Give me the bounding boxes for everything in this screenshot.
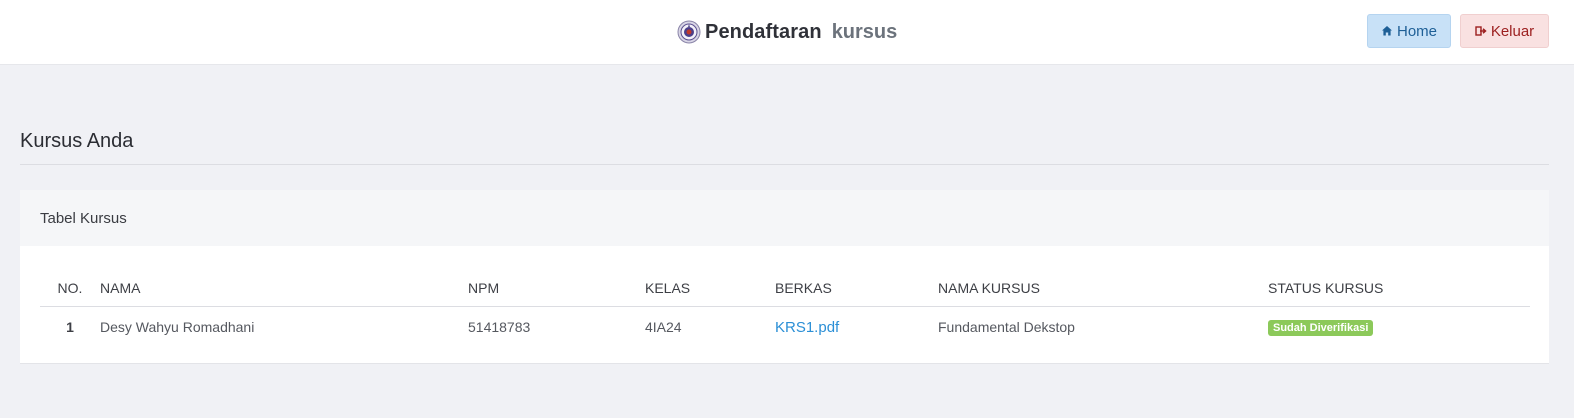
card-title: Tabel Kursus	[20, 190, 1549, 246]
home-button[interactable]: Home	[1367, 14, 1451, 48]
column-header-npm: NPM	[468, 270, 645, 307]
column-header-no: NO.	[40, 270, 100, 307]
brand-title: Pendaftaran	[705, 20, 822, 43]
table-row: 1 Desy Wahyu Romadhani 51418783 4IA24 KR…	[40, 306, 1530, 348]
home-button-label: Home	[1396, 22, 1437, 40]
brand[interactable]: Pendaftaran kursus	[677, 19, 897, 45]
cell-npm: 51418783	[468, 319, 531, 336]
course-table: NO. NAMA NPM KELAS BERKAS NAMA KURSUS ST…	[40, 270, 1530, 348]
university-seal-icon	[677, 20, 701, 44]
logout-button[interactable]: Keluar	[1460, 14, 1549, 48]
logout-button-label: Keluar	[1490, 22, 1535, 40]
cell-status: Sudah Diverifikasi	[1268, 306, 1530, 348]
file-link[interactable]: KRS1.pdf	[775, 319, 839, 336]
cell-kelas: 4IA24	[645, 319, 682, 336]
top-navbar: Pendaftaran kursus Home Keluar	[0, 0, 1574, 65]
cell-nama-kursus: Fundamental Dekstop	[938, 319, 1075, 336]
column-header-nama-kursus: NAMA KURSUS	[938, 270, 1268, 307]
home-icon	[1381, 26, 1392, 36]
column-header-nama: NAMA	[100, 270, 468, 307]
column-header-status: STATUS KURSUS	[1268, 270, 1530, 307]
status-badge: Sudah Diverifikasi	[1268, 320, 1374, 337]
brand-subtitle: kursus	[831, 20, 898, 43]
cell-nama: Desy Wahyu Romadhani	[100, 319, 255, 336]
course-table-card: Tabel Kursus NO. NAMA NPM KELAS BERKAS N…	[20, 190, 1549, 364]
column-header-berkas: BERKAS	[775, 270, 938, 307]
cell-no: 1	[66, 319, 74, 336]
sign-out-icon	[1475, 26, 1487, 36]
cell-berkas: KRS1.pdf	[775, 306, 938, 348]
table-header-row: NO. NAMA NPM KELAS BERKAS NAMA KURSUS ST…	[40, 270, 1530, 307]
divider	[20, 164, 1549, 165]
column-header-kelas: KELAS	[645, 270, 775, 307]
page-title: Kursus Anda	[20, 130, 134, 152]
